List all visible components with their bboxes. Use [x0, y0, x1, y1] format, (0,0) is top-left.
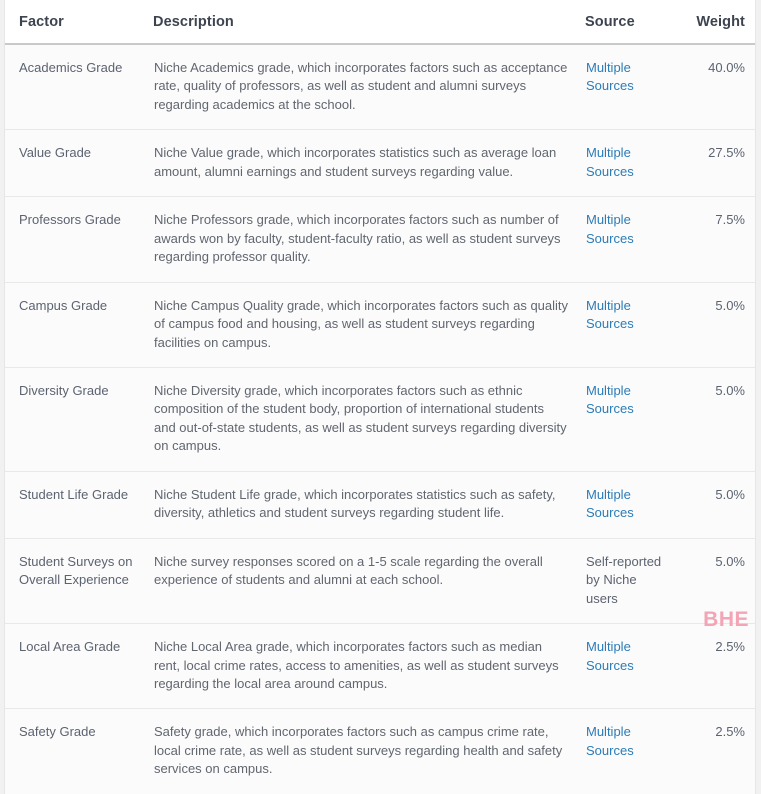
cell-factor: Academics Grade: [5, 44, 153, 130]
cell-source: Multiple Sources: [585, 624, 677, 709]
source-text: Self-reported by Niche users: [586, 554, 661, 606]
cell-factor: Campus Grade: [5, 282, 153, 367]
cell-source: Multiple Sources: [585, 130, 677, 197]
cell-factor: Local Area Grade: [5, 624, 153, 709]
source-link[interactable]: Multiple Sources: [586, 212, 634, 245]
cell-weight: 5.0%: [677, 367, 755, 471]
table-row: Value GradeNiche Value grade, which inco…: [5, 130, 755, 197]
table-row: Safety GradeSafety grade, which incorpor…: [5, 709, 755, 794]
cell-weight: 27.5%: [677, 130, 755, 197]
cell-description: Niche Professors grade, which incorporat…: [153, 197, 585, 282]
cell-factor: Diversity Grade: [5, 367, 153, 471]
cell-factor: Safety Grade: [5, 709, 153, 794]
table-row: Local Area GradeNiche Local Area grade, …: [5, 624, 755, 709]
table-row: Professors GradeNiche Professors grade, …: [5, 197, 755, 282]
cell-factor: Value Grade: [5, 130, 153, 197]
table-body: Academics GradeNiche Academics grade, wh…: [5, 44, 755, 794]
cell-source: Self-reported by Niche users: [585, 538, 677, 623]
cell-description: Niche Diversity grade, which incorporate…: [153, 367, 585, 471]
factors-table: Factor Description Source Weight Academi…: [5, 0, 755, 794]
column-header-source: Source: [585, 0, 677, 44]
source-link[interactable]: Multiple Sources: [586, 487, 634, 520]
table-row: Diversity GradeNiche Diversity grade, wh…: [5, 367, 755, 471]
column-header-factor: Factor: [5, 0, 153, 44]
cell-weight: 2.5%: [677, 709, 755, 794]
source-link[interactable]: Multiple Sources: [586, 145, 634, 178]
cell-weight: 5.0%: [677, 282, 755, 367]
cell-source: Multiple Sources: [585, 367, 677, 471]
table-header: Factor Description Source Weight: [5, 0, 755, 44]
cell-description: Niche Campus Quality grade, which incorp…: [153, 282, 585, 367]
table-row: Academics GradeNiche Academics grade, wh…: [5, 44, 755, 130]
cell-weight: 5.0%: [677, 471, 755, 538]
source-link[interactable]: Multiple Sources: [586, 639, 634, 672]
cell-description: Niche Local Area grade, which incorporat…: [153, 624, 585, 709]
source-link[interactable]: Multiple Sources: [586, 724, 634, 757]
cell-weight: 2.5%: [677, 624, 755, 709]
cell-source: Multiple Sources: [585, 471, 677, 538]
source-link[interactable]: Multiple Sources: [586, 298, 634, 331]
cell-factor: Professors Grade: [5, 197, 153, 282]
cell-description: Niche Student Life grade, which incorpor…: [153, 471, 585, 538]
cell-factor: Student Life Grade: [5, 471, 153, 538]
cell-source: Multiple Sources: [585, 709, 677, 794]
table-row: Campus GradeNiche Campus Quality grade, …: [5, 282, 755, 367]
cell-source: Multiple Sources: [585, 282, 677, 367]
cell-source: Multiple Sources: [585, 197, 677, 282]
column-header-description: Description: [153, 0, 585, 44]
factors-table-container: Factor Description Source Weight Academi…: [4, 0, 756, 794]
cell-description: Niche Academics grade, which incorporate…: [153, 44, 585, 130]
cell-weight: 40.0%: [677, 44, 755, 130]
cell-description: Niche survey responses scored on a 1-5 s…: [153, 538, 585, 623]
cell-weight: 7.5%: [677, 197, 755, 282]
cell-factor: Student Surveys on Overall Experience: [5, 538, 153, 623]
cell-weight: 5.0%: [677, 538, 755, 623]
table-header-row: Factor Description Source Weight: [5, 0, 755, 44]
source-link[interactable]: Multiple Sources: [586, 383, 634, 416]
cell-description: Niche Value grade, which incorporates st…: [153, 130, 585, 197]
cell-description: Safety grade, which incorporates factors…: [153, 709, 585, 794]
source-link[interactable]: Multiple Sources: [586, 60, 634, 93]
table-row: Student Surveys on Overall ExperienceNic…: [5, 538, 755, 623]
column-header-weight: Weight: [677, 0, 755, 44]
cell-source: Multiple Sources: [585, 44, 677, 130]
table-row: Student Life GradeNiche Student Life gra…: [5, 471, 755, 538]
